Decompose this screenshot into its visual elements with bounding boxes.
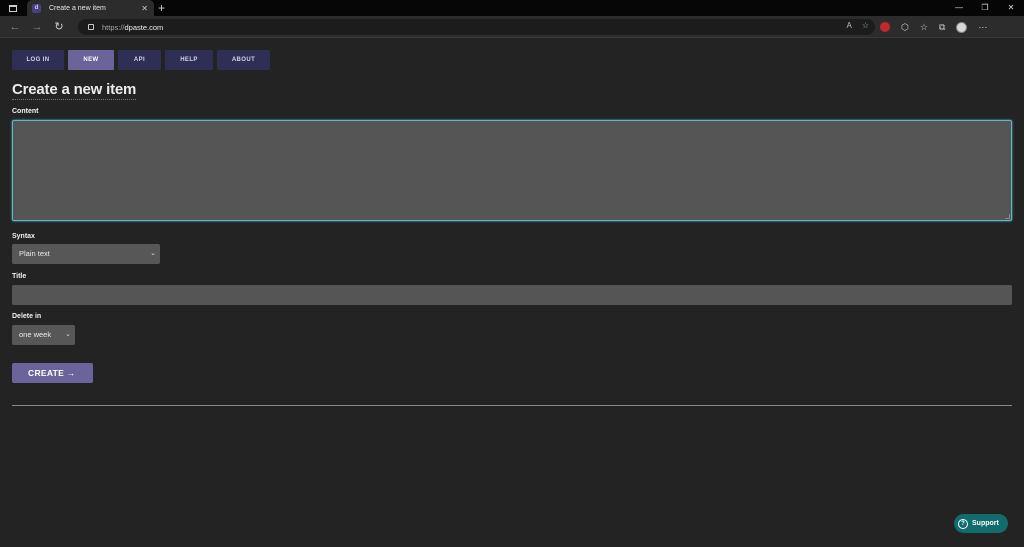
help-circle-icon: ? (958, 518, 968, 529)
favorites-icon[interactable]: ☆ (920, 22, 928, 33)
restore-icon[interactable]: ❐ (972, 0, 998, 16)
delete-in-label: Delete in (12, 313, 42, 320)
site-nav: LOG IN NEW API HELP ABOUT (12, 50, 270, 70)
window-controls: — ❐ ✕ (946, 0, 1024, 16)
address-bar[interactable]: https://dpaste.com A ☆ (78, 19, 875, 35)
url-prefix: https:// (102, 22, 125, 32)
extension-icon[interactable] (880, 22, 890, 32)
more-menu-icon[interactable]: ⋯ (978, 22, 987, 33)
favicon-icon: d (32, 3, 41, 13)
address-bar-icons: A ☆ (846, 21, 869, 30)
favorite-star-icon[interactable]: ☆ (862, 21, 869, 30)
nav-login[interactable]: LOG IN (12, 50, 64, 70)
title-input[interactable] (12, 285, 1012, 305)
browser-tab[interactable]: d Create a new item ✕ (27, 0, 154, 16)
chevron-down-icon: ⌄ (65, 331, 71, 338)
nav-help[interactable]: HELP (165, 50, 213, 70)
title-label: Title (12, 273, 27, 280)
content-label: Content (12, 108, 39, 115)
support-label: Support (972, 520, 999, 527)
tab-actions-icon[interactable] (0, 0, 26, 16)
close-tab-icon[interactable]: ✕ (141, 4, 148, 13)
url-text: https://dpaste.com (102, 23, 163, 32)
support-button[interactable]: ? Support (954, 514, 1008, 533)
lock-icon[interactable] (88, 24, 94, 30)
content-textarea[interactable] (12, 120, 1012, 221)
syntax-select-value: Plain text (19, 249, 50, 258)
nav-api[interactable]: API (118, 50, 161, 70)
tab-title: Create a new item (49, 4, 106, 12)
divider (12, 405, 1012, 406)
delete-in-select[interactable]: one week ⌄ (12, 325, 75, 345)
extensions-puzzle-icon[interactable]: ⬡ (901, 22, 909, 33)
nav-about[interactable]: ABOUT (217, 50, 270, 70)
syntax-select[interactable]: Plain text ⌄ (12, 244, 160, 264)
nav-new[interactable]: NEW (68, 50, 114, 70)
forward-icon[interactable]: → (26, 21, 48, 33)
browser-toolbar: ← → ↻ https://dpaste.com A ☆ (0, 16, 1024, 38)
url-domain: dpaste.com (124, 22, 164, 32)
create-button[interactable]: CREATE → (12, 363, 93, 383)
minimize-icon[interactable]: — (946, 0, 972, 16)
page-title: Create a new item (12, 81, 137, 100)
new-tab-icon[interactable]: + (158, 1, 165, 15)
reload-icon[interactable]: ↻ (48, 20, 70, 33)
toolbar-icons: ⬡ ☆ ⧉ ⋯ (880, 16, 987, 38)
collections-icon[interactable]: ⧉ (939, 22, 945, 33)
delete-in-select-value: one week (19, 330, 52, 339)
resize-grip-icon[interactable] (1005, 214, 1010, 219)
back-icon[interactable]: ← (4, 21, 26, 33)
syntax-label: Syntax (12, 233, 35, 240)
close-window-icon[interactable]: ✕ (998, 0, 1024, 16)
read-aloud-icon[interactable]: A (846, 21, 851, 30)
profile-avatar[interactable] (956, 21, 968, 33)
page-content: LOG IN NEW API HELP ABOUT Create a new i… (0, 39, 1024, 547)
chevron-down-icon: ⌄ (150, 250, 156, 257)
